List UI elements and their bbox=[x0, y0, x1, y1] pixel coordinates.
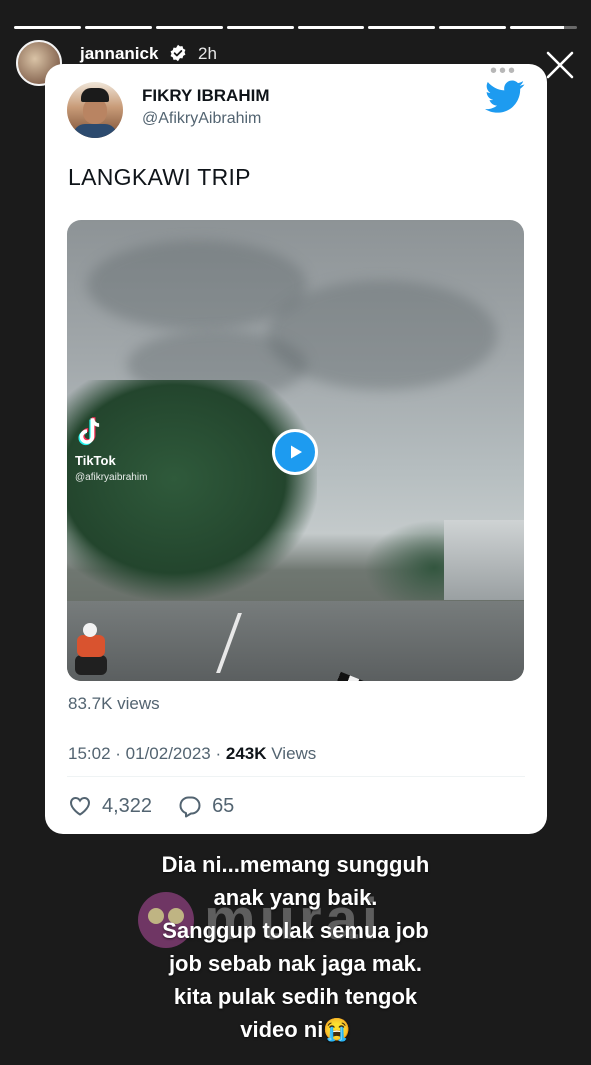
reply-icon bbox=[179, 796, 201, 818]
close-icon[interactable] bbox=[543, 48, 577, 82]
tiktok-label: TikTok bbox=[75, 453, 116, 468]
meta-separator: · bbox=[115, 744, 126, 763]
tweet-actions: 4,322 65 bbox=[68, 794, 260, 818]
progress-segment bbox=[297, 26, 365, 29]
video-views: 83.7K views bbox=[68, 694, 160, 713]
reply-count: 65 bbox=[212, 794, 235, 817]
tweet-time: 15:02 bbox=[68, 744, 111, 763]
tweet-author-handle[interactable]: @AfikryAibrahim bbox=[142, 110, 261, 128]
video-road bbox=[67, 601, 524, 681]
tweet-video[interactable]: TikTok @afikryaibrahim bbox=[67, 220, 524, 681]
progress-segment bbox=[226, 26, 294, 29]
tweet-date[interactable]: 01/02/2023 bbox=[126, 744, 211, 763]
progress-segment bbox=[439, 26, 507, 29]
tiktok-username: @afikryaibrahim bbox=[75, 472, 148, 483]
reply-button[interactable]: 65 bbox=[178, 794, 234, 818]
caption-line: anak yang baik. bbox=[213, 885, 378, 910]
twitter-logo-icon bbox=[485, 80, 525, 113]
progress-segment bbox=[510, 26, 577, 29]
caption-line: job sebab nak jaga mak. bbox=[168, 951, 423, 976]
tweet-card: ••• FIKRY IBRAHIM @AfikryAibrahim LANGKA… bbox=[45, 64, 547, 834]
tweet-meta: 15:02 · 01/02/2023 · 243K Views bbox=[68, 744, 316, 764]
caption-line: video ni😭 bbox=[240, 1017, 351, 1042]
caption-line: Sanggup tolak semua job bbox=[162, 918, 429, 943]
story-username[interactable]: jannanick bbox=[80, 44, 158, 64]
verified-icon bbox=[170, 44, 186, 62]
tweet-avatar[interactable] bbox=[67, 82, 123, 138]
caption-line: Dia ni...memang sungguh bbox=[161, 852, 430, 877]
progress-segment bbox=[14, 26, 81, 29]
progress-segment bbox=[84, 26, 152, 29]
tweet-views-count: 243K bbox=[225, 744, 267, 763]
tweet-views-label: Views bbox=[271, 744, 317, 763]
tweet-text: LANGKAWI TRIP bbox=[68, 164, 251, 190]
story-caption: Dia ni...memang sungguh anak yang baik. Sa… bbox=[0, 848, 591, 1046]
story-time: 2h bbox=[198, 44, 217, 63]
translate-icon bbox=[81, 67, 95, 82]
tiktok-watermark: TikTok @afikryaibrahim bbox=[75, 416, 147, 483]
progress-segment bbox=[155, 26, 223, 29]
heart-icon bbox=[69, 796, 91, 816]
video-building bbox=[444, 520, 524, 600]
meta-separator: · bbox=[215, 744, 226, 763]
like-count: 4,322 bbox=[102, 794, 153, 817]
play-icon bbox=[291, 445, 302, 459]
play-button[interactable] bbox=[272, 429, 318, 475]
see-translation-link[interactable]: See translation › bbox=[80, 66, 213, 83]
chevron-right-icon: › bbox=[208, 66, 214, 83]
video-trees bbox=[67, 380, 317, 600]
like-button[interactable]: 4,322 bbox=[68, 794, 152, 818]
caption-line: kita pulak sedih tengok bbox=[173, 984, 418, 1009]
video-motorcyclist bbox=[73, 623, 109, 675]
tiktok-icon bbox=[78, 417, 100, 446]
tweet-author-name[interactable]: FIKRY IBRAHIM bbox=[142, 86, 270, 106]
story-progress-bar bbox=[14, 26, 577, 29]
divider bbox=[67, 776, 525, 777]
progress-segment bbox=[368, 26, 436, 29]
see-translation-label: See translation bbox=[102, 66, 203, 83]
